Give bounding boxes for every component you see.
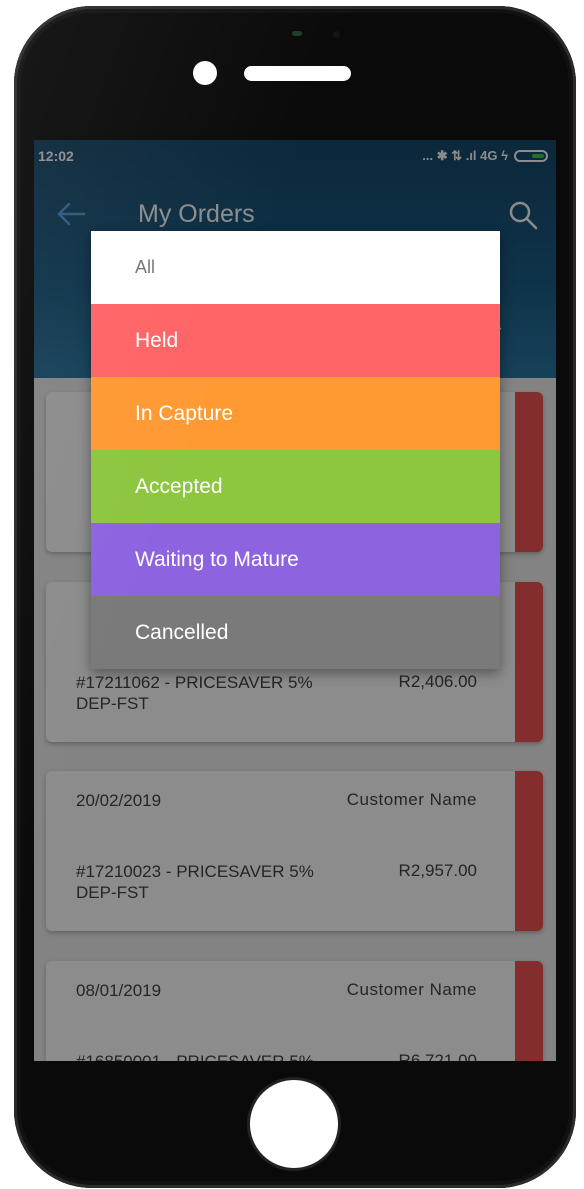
filter-option-accepted[interactable]: Accepted bbox=[91, 450, 500, 523]
camera-dot bbox=[193, 61, 217, 85]
filter-option-held[interactable]: Held bbox=[91, 304, 500, 377]
filter-option-all[interactable]: All bbox=[91, 231, 500, 304]
filter-option-waiting-to-mature[interactable]: Waiting to Mature bbox=[91, 523, 500, 596]
filter-option-in-capture[interactable]: In Capture bbox=[91, 377, 500, 450]
status-filter-dropdown: All Held In Capture Accepted Waiting to … bbox=[91, 231, 500, 669]
front-camera bbox=[333, 31, 340, 38]
proximity-sensor bbox=[292, 31, 302, 36]
earpiece-speaker bbox=[244, 66, 351, 81]
app-screen: My Orders ⌄ 12:02 ... ✱ ⇅ .ıl 4G ϟ #1721… bbox=[34, 140, 556, 1061]
filter-option-cancelled[interactable]: Cancelled bbox=[91, 596, 500, 669]
home-button[interactable] bbox=[247, 1077, 341, 1171]
